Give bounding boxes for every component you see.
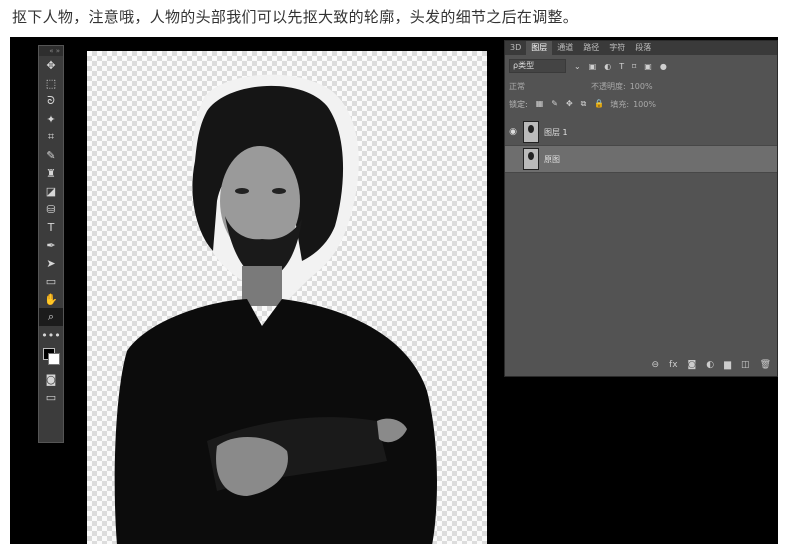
tab-2[interactable]: 通道 [552,41,578,55]
blend-row: 正常 不透明度: 100% [505,77,777,95]
text-tool-icon[interactable]: T [39,218,63,236]
layer-name: 图层 1 [544,127,568,137]
layers-list: ◉ 图层 1 原图 [505,119,777,173]
tutorial-caption: 抠下人物，注意哦，人物的头部我们可以先抠大致的轮廓，头发的细节之后在调整。 [12,8,579,26]
filter-type-icon[interactable]: ▣ [644,62,652,71]
move-icon[interactable]: ✥ [39,56,63,74]
layer-row[interactable]: ◉ 图层 1 [505,119,777,146]
screen-mode-icon[interactable]: ▭ [39,388,63,406]
eraser-icon[interactable]: ◪ [39,182,63,200]
layer-row[interactable]: 原图 [505,146,777,173]
tab-5[interactable]: 段落 [630,41,656,55]
visibility-eye-icon[interactable]: ◉ [505,127,521,137]
lasso-icon[interactable]: ᘐ [39,92,63,110]
adjustment-icon[interactable]: ◐ [706,360,714,370]
document-canvas[interactable] [87,51,487,544]
path-select-icon[interactable]: ➤ [39,254,63,272]
fx-icon[interactable]: fx [669,360,678,370]
folder-icon[interactable]: ▆ [724,360,731,370]
color-swatches[interactable] [39,344,63,370]
marquee-icon[interactable]: ⬚ [39,74,63,92]
left-eye [235,188,249,194]
photoshop-window: « » ✥ ⬚ ᘐ ✦ ⌗ ✎ ♜ ◪ ⛁ T ✒ ➤ ▭ ✋ ⌕ ••• ◙ ▭ [10,37,778,544]
magic-wand-icon[interactable]: ✦ [39,110,63,128]
right-eye [272,188,286,194]
neck [242,266,282,306]
toolbar-collapse-handle[interactable]: « » [39,46,63,56]
pen-icon[interactable]: ✒ [39,236,63,254]
lock-option-icon[interactable]: ▦ [536,99,544,108]
fill-label: 填充: [610,99,630,109]
panel-tab-bar: 3D 图层 通道 路径 字符 段落 [505,41,777,55]
filter-type-icon[interactable]: ● [660,62,667,71]
layer-filter-row: ρ类型 ⌄ ▣ ◐ T ⌑ ▣ ● [505,55,777,77]
add-mask-icon[interactable]: ◙ [688,360,697,370]
lock-option-icon[interactable]: ✎ [551,99,558,108]
lock-option-icon[interactable]: ✥ [566,99,573,108]
quick-mask-icon[interactable]: ◙ [39,370,63,388]
opacity-label: 不透明度: [591,81,626,91]
tab-1[interactable]: 图层 [526,41,553,55]
opacity-value[interactable]: 100% [630,82,653,91]
tab-3[interactable]: 路径 [578,41,604,55]
zoom-icon[interactable]: ⌕ [39,308,63,326]
filter-type-icon[interactable]: ◐ [604,62,611,71]
layer-thumbnail [523,121,539,143]
tab-0[interactable]: 3D [505,41,526,55]
filter-chevron-icon[interactable]: ⌄ [574,62,581,71]
background-color-swatch[interactable] [48,353,60,365]
blend-mode-select[interactable]: 正常 [509,81,579,92]
stamp-icon[interactable]: ♜ [39,164,63,182]
filter-type-icon[interactable]: ▣ [589,62,597,71]
portrait-cutout [114,74,437,544]
lock-row: 锁定: ▦ ✎ ✥ ⧉ 🔒 填充: 100% [505,95,777,113]
tools-panel: « » ✥ ⬚ ᘐ ✦ ⌗ ✎ ♜ ◪ ⛁ T ✒ ➤ ▭ ✋ ⌕ ••• ◙ ▭ [38,45,64,443]
crop-icon[interactable]: ⌗ [39,128,63,146]
trash-icon[interactable]: 🗑 [760,360,771,370]
hand-icon[interactable]: ✋ [39,290,63,308]
lock-option-icon[interactable]: ⧉ [581,99,587,108]
layers-panel-footer: ⊖ fx ◙ ◐ ▆ ◫ 🗑 [641,360,771,370]
lock-option-icon[interactable]: 🔒 [594,99,604,108]
fill-value[interactable]: 100% [633,100,656,109]
tab-4[interactable]: 字符 [604,41,630,55]
more-tools-icon[interactable]: ••• [39,326,63,344]
lock-label: 锁定: [509,99,528,109]
layer-thumbnail [523,148,539,170]
rectangle-icon[interactable]: ▭ [39,272,63,290]
bucket-icon[interactable]: ⛁ [39,200,63,218]
brush-icon[interactable]: ✎ [39,146,63,164]
new-layer-icon[interactable]: ◫ [741,360,750,370]
filter-type-icon[interactable]: ⌑ [632,62,636,71]
filter-type-icon[interactable]: T [619,62,624,71]
layers-panel: 3D 图层 通道 路径 字符 段落 ρ类型 ⌄ ▣ ◐ T ⌑ ▣ ● 正常 不透明度: 100% … [504,40,778,377]
link-layers-icon[interactable]: ⊖ [651,360,659,370]
layer-kind-filter[interactable]: ρ类型 [509,59,566,73]
layer-name: 原图 [544,154,560,164]
